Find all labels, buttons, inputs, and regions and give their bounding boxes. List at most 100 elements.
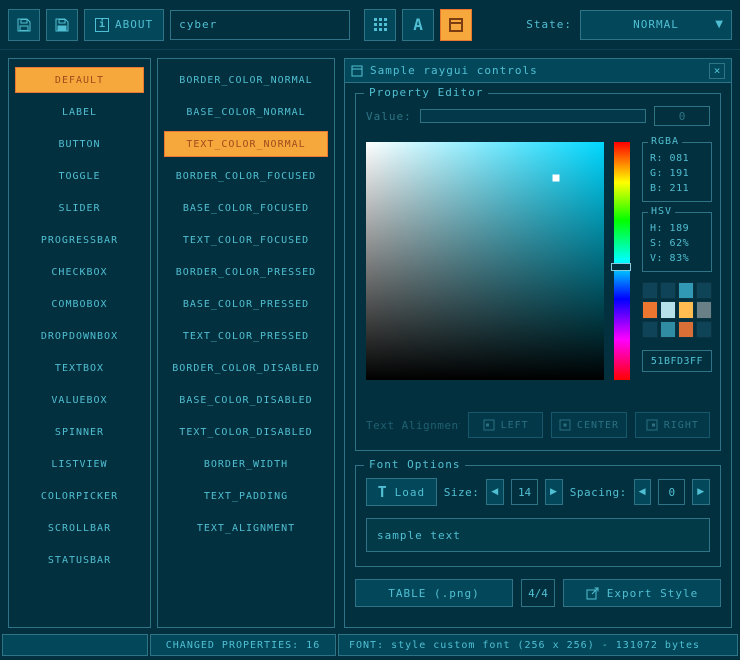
window-content: Property Editor Value: 0 RGBA R: 081 G: … <box>345 83 731 627</box>
font-info-text: FONT: style custom font (256 x 256) - 13… <box>349 640 700 651</box>
size-decrement-button[interactable]: ◀ <box>486 479 504 505</box>
palette-swatch[interactable] <box>642 321 658 338</box>
table-png-button[interactable]: TABLE (.png) <box>355 579 513 607</box>
spacing-value-box[interactable]: 0 <box>658 479 685 505</box>
controls-list-item[interactable]: SLIDER <box>15 195 144 221</box>
properties-list-item[interactable]: BORDER_COLOR_NORMAL <box>164 67 328 93</box>
close-button[interactable]: × <box>709 63 725 79</box>
hsv-group-label: HSV <box>648 206 675 217</box>
controls-list-item[interactable]: DROPDOWNBOX <box>15 323 144 349</box>
table-png-label: TABLE (.png) <box>388 587 479 600</box>
hue-slider-cursor[interactable] <box>611 263 631 271</box>
spacing-increment-button[interactable]: ▶ <box>692 479 710 505</box>
palette-swatch[interactable] <box>660 301 676 318</box>
palette-swatch[interactable] <box>642 301 658 318</box>
palette-swatch[interactable] <box>696 301 712 318</box>
properties-list-item[interactable]: TEXT_COLOR_DISABLED <box>164 419 328 445</box>
hex-color-input[interactable]: 51BFD3FF <box>642 350 712 372</box>
properties-list-item[interactable]: TEXT_COLOR_FOCUSED <box>164 227 328 253</box>
properties-list-item[interactable]: BASE_COLOR_FOCUSED <box>164 195 328 221</box>
text-alignment-label: Text Alignment: <box>366 419 460 432</box>
align-left-label: LEFT <box>501 420 529 431</box>
palette-swatch[interactable] <box>660 321 676 338</box>
close-icon: × <box>714 64 721 77</box>
hsv-group: HSV H: 189 S: 62% V: 83% <box>642 212 712 272</box>
load-style-button[interactable] <box>8 9 40 41</box>
save-style-button[interactable] <box>46 9 78 41</box>
color-picker-area[interactable] <box>366 142 604 380</box>
font-view-button[interactable]: A <box>402 9 434 41</box>
align-center-button[interactable]: CENTER <box>551 412 626 438</box>
style-table-view-button[interactable] <box>364 9 396 41</box>
controls-list-item[interactable]: BUTTON <box>15 131 144 157</box>
sample-text-input[interactable] <box>366 518 710 552</box>
palette-swatch[interactable] <box>678 301 694 318</box>
properties-list-item[interactable]: BASE_COLOR_NORMAL <box>164 99 328 125</box>
palette-swatch[interactable] <box>660 282 676 299</box>
size-increment-button[interactable]: ▶ <box>545 479 563 505</box>
info-icon: i <box>95 18 109 32</box>
palette-swatch[interactable] <box>678 321 694 338</box>
chevron-right-icon: ▶ <box>697 487 705 497</box>
align-right-button[interactable]: RIGHT <box>635 412 710 438</box>
controls-list-item[interactable]: PROGRESSBAR <box>15 227 144 253</box>
properties-list-item[interactable]: BASE_COLOR_PRESSED <box>164 291 328 317</box>
controls-list-item[interactable]: VALUEBOX <box>15 387 144 413</box>
controls-list-item[interactable]: STATUSBAR <box>15 547 144 573</box>
style-color-palette <box>642 282 712 338</box>
palette-swatch[interactable] <box>678 282 694 299</box>
properties-list-item[interactable]: BORDER_COLOR_FOCUSED <box>164 163 328 189</box>
palette-swatch[interactable] <box>642 282 658 299</box>
window-panel-icon <box>448 17 464 33</box>
controls-list-item[interactable]: COLORPICKER <box>15 483 144 509</box>
grid-icon <box>374 18 387 31</box>
value-label: Value: <box>366 110 412 123</box>
controls-list-item[interactable]: TOGGLE <box>15 163 144 189</box>
value-box[interactable]: 0 <box>654 106 710 126</box>
properties-list: BORDER_COLOR_NORMAL BASE_COLOR_NORMAL TE… <box>157 58 335 628</box>
controls-list-item[interactable]: COMBOBOX <box>15 291 144 317</box>
export-style-button[interactable]: Export Style <box>563 579 721 607</box>
color-picker-cursor[interactable] <box>553 174 560 181</box>
about-button[interactable]: i ABOUT <box>84 9 164 41</box>
properties-list-item[interactable]: BORDER_COLOR_DISABLED <box>164 355 328 381</box>
size-value-box[interactable]: 14 <box>511 479 538 505</box>
value-slider[interactable] <box>420 109 646 123</box>
load-font-button[interactable]: T Load <box>366 478 437 506</box>
controls-list-item[interactable]: TEXTBOX <box>15 355 144 381</box>
align-center-icon <box>559 419 571 431</box>
about-button-label: ABOUT <box>115 18 153 31</box>
hsv-s-value: S: 62% <box>650 236 711 251</box>
statusbar-font-info: FONT: style custom font (256 x 256) - 13… <box>338 634 738 656</box>
palette-swatch[interactable] <box>696 321 712 338</box>
properties-list-item[interactable]: BORDER_COLOR_PRESSED <box>164 259 328 285</box>
property-editor-group: Property Editor Value: 0 RGBA R: 081 G: … <box>355 93 721 451</box>
properties-list-item[interactable]: TEXT_COLOR_PRESSED <box>164 323 328 349</box>
rgba-g-value: G: 191 <box>650 166 711 181</box>
floppy-save-icon <box>54 17 70 33</box>
style-name-input[interactable] <box>170 10 350 40</box>
chevron-left-icon: ◀ <box>639 487 647 497</box>
window-bottom-row: TABLE (.png) 4/4 Export Style <box>355 579 721 607</box>
properties-list-item[interactable]: BASE_COLOR_DISABLED <box>164 387 328 413</box>
controls-list-item[interactable]: LABEL <box>15 99 144 125</box>
controls-list-item[interactable]: SPINNER <box>15 419 144 445</box>
spacing-decrement-button[interactable]: ◀ <box>634 479 652 505</box>
controls-view-button[interactable] <box>440 9 472 41</box>
properties-list-item[interactable]: TEXT_PADDING <box>164 483 328 509</box>
palette-swatch[interactable] <box>696 282 712 299</box>
hsv-h-value: H: 189 <box>650 221 711 236</box>
properties-list-item[interactable]: TEXT_ALIGNMENT <box>164 515 328 541</box>
controls-list-item[interactable]: DEFAULT <box>15 67 144 93</box>
state-dropdown[interactable]: NORMAL ▼ <box>580 10 732 40</box>
controls-list-item[interactable]: SCROLLBAR <box>15 515 144 541</box>
align-left-button[interactable]: LEFT <box>468 412 543 438</box>
window-titlebar[interactable]: Sample raygui controls × <box>345 59 731 83</box>
properties-list-item[interactable]: TEXT_COLOR_NORMAL <box>164 131 328 157</box>
properties-list-item[interactable]: BORDER_WIDTH <box>164 451 328 477</box>
size-label: Size: <box>444 486 480 499</box>
letter-a-icon: A <box>413 15 423 34</box>
hue-slider[interactable] <box>614 142 630 380</box>
controls-list-item[interactable]: LISTVIEW <box>15 451 144 477</box>
controls-list-item[interactable]: CHECKBOX <box>15 259 144 285</box>
